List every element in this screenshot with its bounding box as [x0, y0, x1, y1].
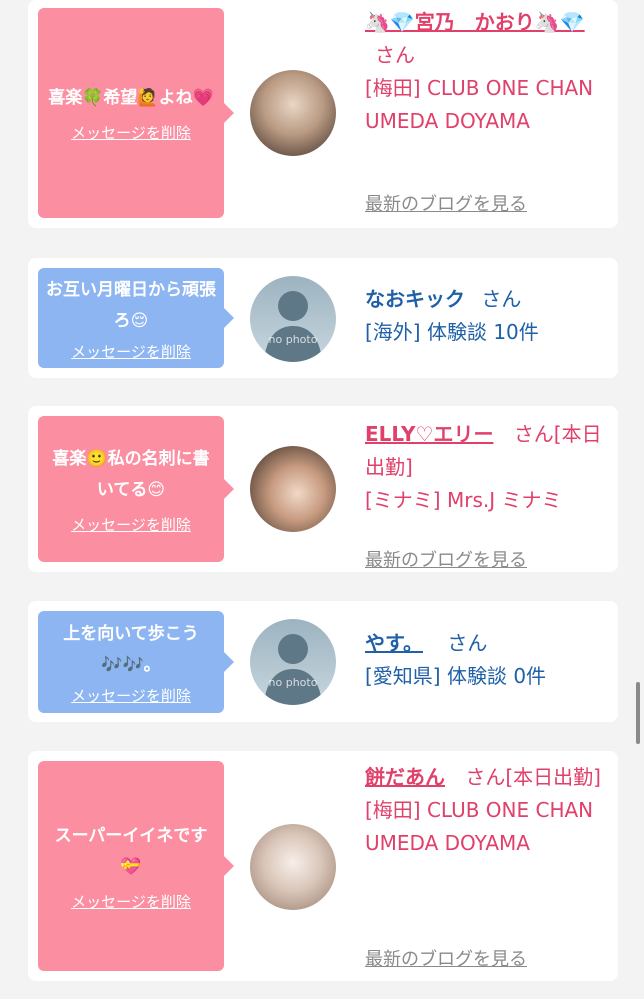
- profile-info: 餅だあん さん[本日出勤] [梅田] CLUB ONE CHAN UMEDA D…: [365, 761, 615, 975]
- profile-info: やす。 さん [愛知県] 体験談 0件: [365, 627, 615, 693]
- message-card: 上を向いて歩こう🎶🎶。 メッセージを削除 no photo やす。 さん [愛知…: [28, 601, 618, 722]
- avatar-no-photo[interactable]: no photo: [250, 619, 336, 705]
- avatar-no-photo[interactable]: no photo: [250, 276, 336, 362]
- honorific: さん[本日出勤]: [465, 765, 601, 789]
- message-text: お互い月曜日から頑張ろ😌: [46, 279, 216, 331]
- honorific: さん: [447, 631, 488, 655]
- person-silhouette-icon: [264, 634, 322, 705]
- latest-blog-link[interactable]: 最新のブログを見る: [365, 190, 527, 216]
- message-bubble: スーパーイイネです💝 メッセージを削除: [38, 761, 234, 971]
- scrollbar[interactable]: [636, 682, 640, 744]
- message-text: 喜楽🍀希望🙋よね💗: [48, 88, 214, 108]
- profile-location: [海外] 体験談 10件: [365, 320, 539, 344]
- profile-location: [梅田] CLUB ONE CHAN UMEDA DOYAMA: [365, 76, 594, 133]
- no-photo-label: no photo: [268, 333, 318, 346]
- delete-message-link[interactable]: メッセージを削除: [71, 341, 191, 362]
- message-bubble: お互い月曜日から頑張ろ😌 メッセージを削除: [38, 268, 234, 368]
- person-silhouette-icon: [264, 291, 322, 362]
- profile-info: ELLY♡エリー さん[本日出勤] [ミナミ] Mrs.J ミナミ 最新のブログ…: [365, 418, 615, 571]
- latest-blog-link[interactable]: 最新のブログを見る: [365, 546, 527, 572]
- delete-message-link[interactable]: メッセージを削除: [71, 891, 191, 912]
- message-bubble: 上を向いて歩こう🎶🎶。 メッセージを削除: [38, 611, 234, 713]
- honorific: さん: [481, 287, 522, 311]
- profile-location: [愛知県] 体験談 0件: [365, 664, 547, 688]
- profile-location: [ミナミ] Mrs.J ミナミ: [365, 488, 562, 512]
- message-text: スーパーイイネです💝: [54, 825, 208, 877]
- profile-name-link[interactable]: なおキック: [365, 287, 465, 311]
- message-text: 喜楽🙂私の名刺に書いてる😊: [52, 448, 210, 500]
- profile-info: 🦄💎宮乃 かおり🦄💎 さん [梅田] CLUB ONE CHAN UMEDA D…: [365, 6, 615, 220]
- message-card: 喜楽🙂私の名刺に書いてる😊 メッセージを削除 ELLY♡エリー さん[本日出勤]…: [28, 406, 618, 572]
- profile-name-link[interactable]: 餅だあん: [365, 765, 445, 789]
- message-card: 喜楽🍀希望🙋よね💗 メッセージを削除 🦄💎宮乃 かおり🦄💎 さん [梅田] CL…: [28, 0, 618, 228]
- message-card: スーパーイイネです💝 メッセージを削除 餅だあん さん[本日出勤] [梅田] C…: [28, 751, 618, 981]
- profile-name-link[interactable]: 🦄💎宮乃 かおり🦄💎: [365, 10, 585, 34]
- delete-message-link[interactable]: メッセージを削除: [71, 122, 191, 143]
- message-bubble: 喜楽🍀希望🙋よね💗 メッセージを削除: [38, 8, 234, 218]
- profile-info: なおキック さん [海外] 体験談 10件: [365, 283, 615, 349]
- delete-message-link[interactable]: メッセージを削除: [71, 685, 191, 706]
- avatar[interactable]: [250, 70, 336, 156]
- honorific: さん: [375, 43, 415, 67]
- message-text: 上を向いて歩こう🎶🎶。: [63, 623, 199, 675]
- message-bubble: 喜楽🙂私の名刺に書いてる😊 メッセージを削除: [38, 416, 234, 562]
- message-card: お互い月曜日から頑張ろ😌 メッセージを削除 no photo なおキック さん …: [28, 258, 618, 378]
- profile-name-link[interactable]: ELLY♡エリー: [365, 422, 493, 446]
- avatar[interactable]: [250, 824, 336, 910]
- no-photo-label: no photo: [268, 676, 318, 689]
- delete-message-link[interactable]: メッセージを削除: [71, 514, 191, 535]
- profile-location: [梅田] CLUB ONE CHAN UMEDA DOYAMA: [365, 798, 594, 855]
- profile-name-link[interactable]: やす。: [365, 631, 423, 655]
- latest-blog-link[interactable]: 最新のブログを見る: [365, 945, 527, 971]
- avatar[interactable]: [250, 446, 336, 532]
